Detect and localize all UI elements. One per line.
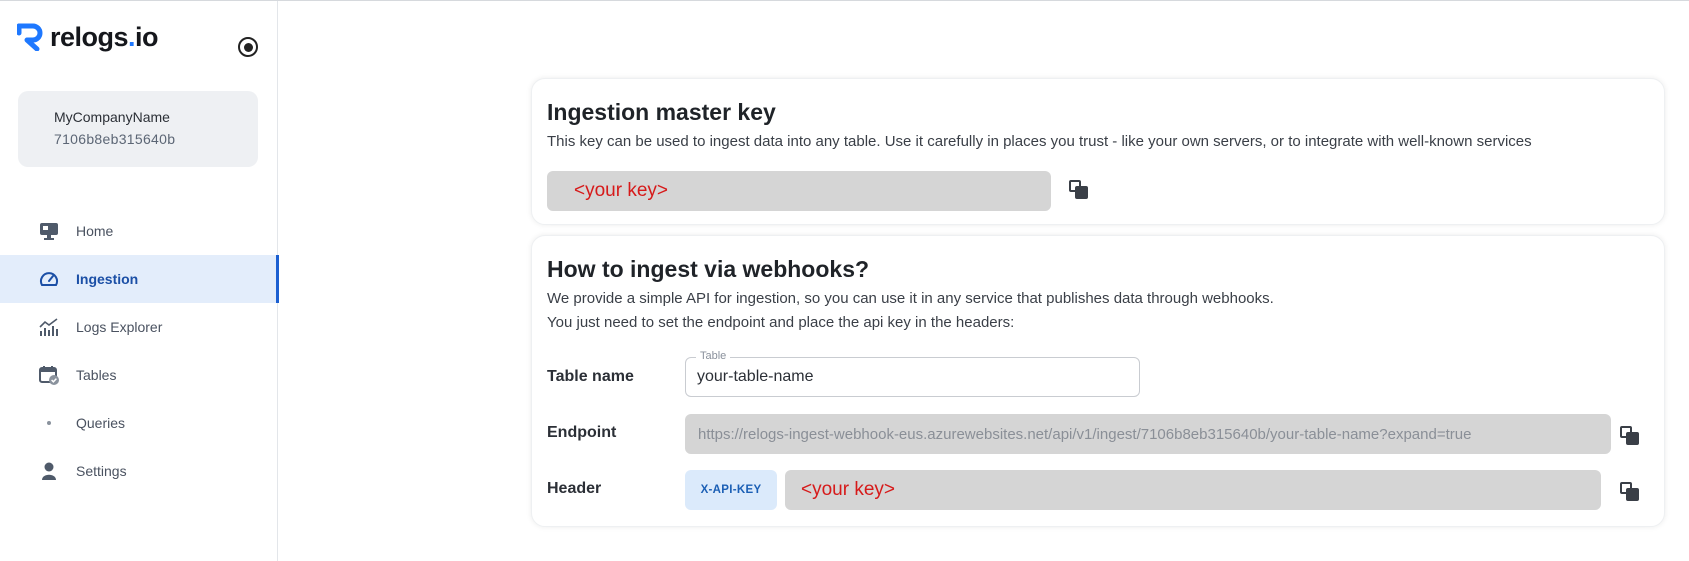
sidebar-item-label: Ingestion — [76, 271, 139, 287]
sidebar-item-settings[interactable]: Settings — [0, 447, 278, 495]
header-label: Header — [547, 480, 602, 497]
sidebar-item-home[interactable]: Home — [0, 207, 278, 255]
sidebar-item-logs-explorer[interactable]: Logs Explorer — [0, 303, 278, 351]
sidebar-item-label: Settings — [76, 463, 127, 479]
calendar-check-icon — [38, 364, 60, 386]
table-field-legend: Table — [696, 350, 731, 362]
sidebar-item-label: Home — [76, 223, 114, 239]
webhooks-description-line1: We provide a simple API for ingestion, s… — [547, 290, 1274, 307]
sidebar-item-label: Tables — [76, 367, 117, 383]
chart-icon — [38, 316, 60, 338]
radio-dot-icon — [243, 42, 253, 52]
sidebar-item-tables[interactable]: Tables — [0, 351, 278, 399]
webhooks-title: How to ingest via webhooks? — [547, 256, 870, 282]
master-key-description: This key can be used to ingest data into… — [547, 133, 1532, 150]
copy-endpoint-icon[interactable] — [1619, 425, 1641, 447]
master-key-card: Ingestion master key This key can be use… — [531, 78, 1665, 225]
sidebar: relogs.io MyCompanyName 7106b8eb315640b … — [0, 1, 279, 561]
sidebar-item-label: Logs Explorer — [76, 319, 163, 335]
header-key-field[interactable]: <your key> — [785, 470, 1601, 510]
table-name-input[interactable] — [697, 368, 1117, 386]
webhooks-card: How to ingest via webhooks? We provide a… — [531, 235, 1665, 527]
company-id: 7106b8eb315640b — [54, 131, 176, 147]
logo-text: relogs.io — [50, 21, 159, 52]
app-logo[interactable]: relogs.io — [17, 21, 159, 52]
master-key-field[interactable]: <your key> — [547, 171, 1051, 211]
person-icon — [38, 460, 60, 482]
table-name-field[interactable]: Table — [685, 350, 1140, 397]
sidebar-item-queries[interactable]: Queries — [0, 399, 278, 447]
company-name: MyCompanyName — [54, 109, 170, 125]
header-name-badge: X-API-KEY — [685, 470, 777, 510]
monitor-icon — [38, 220, 60, 242]
copy-header-key-icon[interactable] — [1619, 481, 1641, 503]
logo-mark-icon — [17, 23, 43, 51]
webhooks-description-line2: You just need to set the endpoint and pl… — [547, 314, 1015, 331]
sidebar-nav: Home Ingestion Logs Explorer Tables Quer… — [0, 207, 279, 495]
gauge-icon — [38, 268, 60, 290]
company-card[interactable]: MyCompanyName 7106b8eb315640b — [18, 91, 258, 167]
copy-master-key-icon[interactable] — [1068, 179, 1090, 201]
sidebar-item-ingestion[interactable]: Ingestion — [0, 255, 279, 303]
sidebar-toggle-button[interactable] — [238, 37, 258, 57]
master-key-title: Ingestion master key — [547, 99, 776, 125]
sidebar-item-label: Queries — [76, 415, 126, 431]
endpoint-label: Endpoint — [547, 424, 617, 441]
endpoint-field[interactable]: https://relogs-ingest-webhook-eus.azurew… — [685, 414, 1611, 454]
dot-icon — [38, 412, 60, 434]
table-name-label: Table name — [547, 368, 634, 385]
